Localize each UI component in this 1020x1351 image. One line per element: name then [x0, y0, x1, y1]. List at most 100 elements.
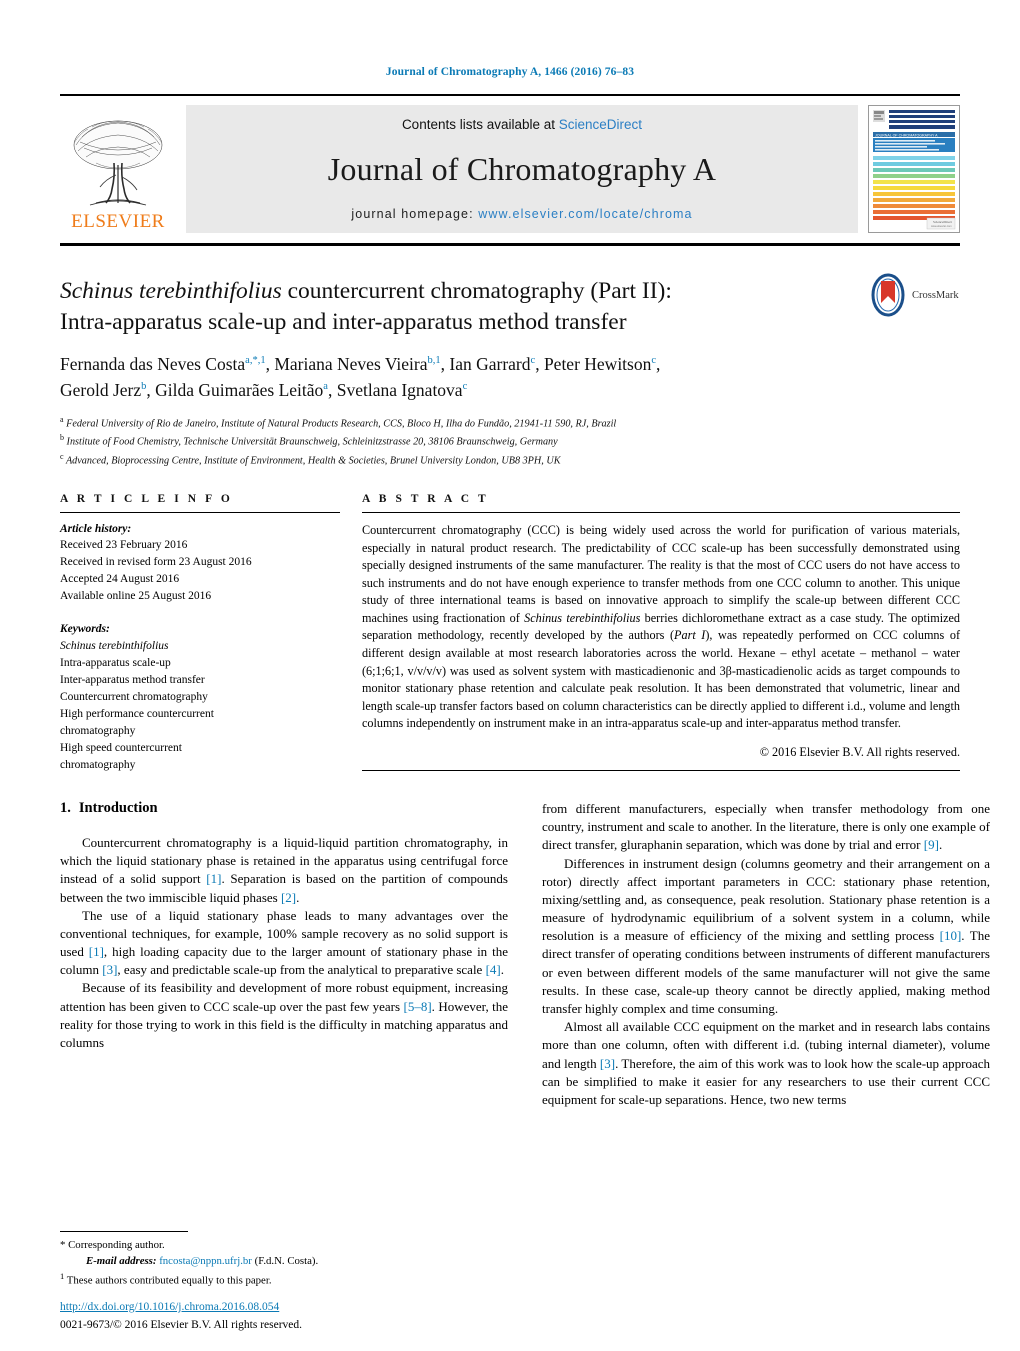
citation-ref[interactable]: [9] — [924, 837, 939, 852]
keyword-item: Schinus terebinthifolius — [60, 639, 169, 652]
issn-copyright-line: 0021-9673/© 2016 Elsevier B.V. All right… — [60, 1318, 303, 1331]
sciencedirect-link[interactable]: ScienceDirect — [559, 117, 642, 132]
affiliation-text: Institute of Food Chemistry, Technische … — [66, 436, 558, 448]
abstract-text: Countercurrent chromatography (CCC) is b… — [362, 522, 960, 733]
footnote-corresponding-text: Corresponding author. — [68, 1239, 165, 1252]
citation-ref[interactable]: [3] — [600, 1056, 615, 1071]
affiliation-list: a Federal University of Rio de Janeiro, … — [60, 414, 960, 470]
article-history-item: Received 23 February 2016 — [60, 539, 188, 552]
citation-ref[interactable]: [1] — [89, 944, 104, 959]
title-block: Schinus terebinthifolius countercurrent … — [60, 273, 960, 337]
affiliation-item: c Advanced, Bioprocessing Centre, Instit… — [60, 451, 960, 470]
keyword-item: chromatography — [60, 758, 136, 771]
affiliation-mark: a — [60, 414, 64, 424]
author-name: Gilda Guimarães Leitão — [155, 380, 324, 401]
article-history-label: Article history: — [60, 523, 132, 536]
author-sep: , — [535, 354, 544, 375]
page-title: Schinus terebinthifolius countercurrent … — [60, 276, 820, 337]
running-head: Journal of Chromatography A, 1466 (2016)… — [385, 66, 635, 78]
title-italic-species: Schinus terebinthifolius — [60, 278, 282, 304]
abstract-italic-partone: Part I — [674, 628, 706, 643]
crossmark-badge[interactable]: CrossMark — [868, 270, 960, 320]
affiliation-item: a Federal University of Rio de Janeiro, … — [60, 414, 960, 433]
svg-text:JOURNAL OF CHROMATOGRAPHY A: JOURNAL OF CHROMATOGRAPHY A — [875, 134, 938, 138]
footnote-equal-contribution: 1 These authors contributed equally to t… — [60, 1270, 508, 1289]
abstract-part-1: Countercurrent chromatography (CCC) is b… — [362, 523, 960, 625]
paragraph: Because of its feasibility and developme… — [60, 980, 508, 1050]
footnote-number-mark: 1 — [60, 1270, 65, 1281]
footnote-area: * Corresponding author. E-mail address: … — [60, 1231, 508, 1289]
author-sep: , — [327, 380, 337, 401]
keyword-item: High speed countercurrent — [60, 741, 182, 754]
citation-ref[interactable]: [3] — [102, 962, 117, 977]
article-history-item: Received in revised form 23 August 2016 — [60, 556, 252, 569]
contents-available-line: Contents lists available at ScienceDirec… — [402, 117, 642, 132]
author-name: Svetlana Ignatova — [336, 380, 463, 401]
doi-link[interactable]: http://dx.doi.org/10.1016/j.chroma.2016.… — [60, 1299, 520, 1315]
abstract-column: A B S T R A C T Countercurrent chromatog… — [340, 493, 960, 774]
section-title: Introduction — [78, 799, 158, 816]
author-name: Ian Garrard — [449, 354, 531, 375]
affiliation-item: b Institute of Food Chemistry, Technisch… — [60, 432, 960, 451]
homepage-prefix: journal homepage: — [351, 207, 479, 221]
affiliation-mark: c — [60, 451, 64, 461]
footnote-rule — [60, 1231, 188, 1233]
section-number: 1. — [60, 799, 71, 816]
elsevier-logo: ELSEVIER — [60, 105, 176, 233]
author-name: Mariana Neves Vieira — [274, 354, 428, 375]
paragraph: The use of a liquid stationary phase lea… — [60, 907, 508, 978]
journal-title: Journal of Chromatography A — [327, 151, 717, 187]
author-sep: , — [656, 354, 661, 375]
homepage-url-link[interactable]: www.elsevier.com/locate/chroma — [478, 207, 692, 221]
footnote-email: E-mail address: fncosta@nppn.ufrj.br (F.… — [60, 1254, 508, 1270]
keyword-item: chromatography — [60, 724, 136, 737]
body-columns: 1. Introduction Countercurrent chromatogr… — [60, 800, 990, 1109]
citation-ref[interactable]: [10] — [940, 928, 962, 943]
contents-prefix: Contents lists available at — [401, 117, 559, 132]
title-line2: Intra-apparatus scale-up and inter-appar… — [60, 308, 627, 335]
abstract-italic-species: Schinus terebinthifolius — [524, 610, 641, 625]
svg-text:www.elsevier.com: www.elsevier.com — [931, 224, 952, 228]
section-heading-introduction: 1. Introduction — [60, 800, 508, 817]
article-info-rule — [60, 512, 340, 514]
citation-ref[interactable]: [4] — [486, 962, 501, 977]
keyword-item: High performance countercurrent — [60, 707, 214, 720]
crossmark-label: CrossMark — [912, 289, 959, 301]
elsevier-wordmark: ELSEVIER — [71, 211, 165, 232]
article-info-heading: A R T I C L E I N F O — [60, 493, 233, 506]
cover-art: JOURNAL OF CHROMATOGRAPHY A ScienceDirec… — [869, 106, 959, 232]
email-label: E-mail address: — [86, 1255, 157, 1268]
email-link[interactable]: fncosta@nppn.ufrj.br — [159, 1255, 252, 1267]
copyright-line: © 2016 Elsevier B.V. All rights reserved… — [759, 744, 960, 759]
masthead-bottom-rule — [60, 243, 960, 246]
citation-ref[interactable]: [1] — [206, 871, 221, 886]
svg-text:ScienceDirect: ScienceDirect — [933, 220, 952, 224]
abstract-bottom-rule — [362, 769, 960, 771]
doi-area: http://dx.doi.org/10.1016/j.chroma.2016.… — [60, 1299, 520, 1333]
author-affiliation-marks[interactable]: c — [463, 382, 468, 393]
affiliation-mark: b — [60, 433, 64, 443]
paragraph: from different manufacturers, especially… — [542, 800, 990, 853]
elsevier-tree-icon — [73, 120, 163, 206]
affiliation-text: Advanced, Bioprocessing Centre, Institut… — [65, 454, 561, 466]
author-sep: , — [146, 380, 156, 401]
keywords-label: Keywords: — [60, 623, 110, 636]
title-line1-rest: countercurrent chromatography (Part II): — [281, 278, 672, 304]
info-abstract-region: A R T I C L E I N F O Article history: R… — [60, 493, 960, 774]
author-affiliation-marks[interactable]: a,*,1 — [245, 355, 265, 366]
masthead-center-band: Contents lists available at ScienceDirec… — [186, 105, 858, 233]
journal-homepage-line: journal homepage: www.elsevier.com/locat… — [351, 207, 692, 221]
footnote-equal-text: These authors contributed equally to thi… — [66, 1274, 272, 1287]
email-owner: (F.d.N. Costa). — [254, 1255, 319, 1268]
author-affiliation-marks[interactable]: b,1 — [428, 355, 441, 366]
journal-masthead: ELSEVIER Contents lists available at Sci… — [60, 94, 960, 246]
body-right-column: from different manufacturers, especially… — [542, 800, 990, 1109]
footnote-star-mark: * — [60, 1239, 66, 1252]
citation-ref[interactable]: [2] — [281, 890, 296, 905]
journal-cover-thumbnail: JOURNAL OF CHROMATOGRAPHY A ScienceDirec… — [868, 105, 960, 233]
author-name: Gerold Jerz — [60, 380, 142, 401]
citation-ref[interactable]: [5–8] — [403, 999, 431, 1014]
abstract-heading: A B S T R A C T — [362, 493, 489, 506]
keyword-item: Countercurrent chromatography — [60, 690, 208, 703]
author-list: Fernanda das Neves Costaa,*,1, Mariana N… — [60, 351, 850, 404]
